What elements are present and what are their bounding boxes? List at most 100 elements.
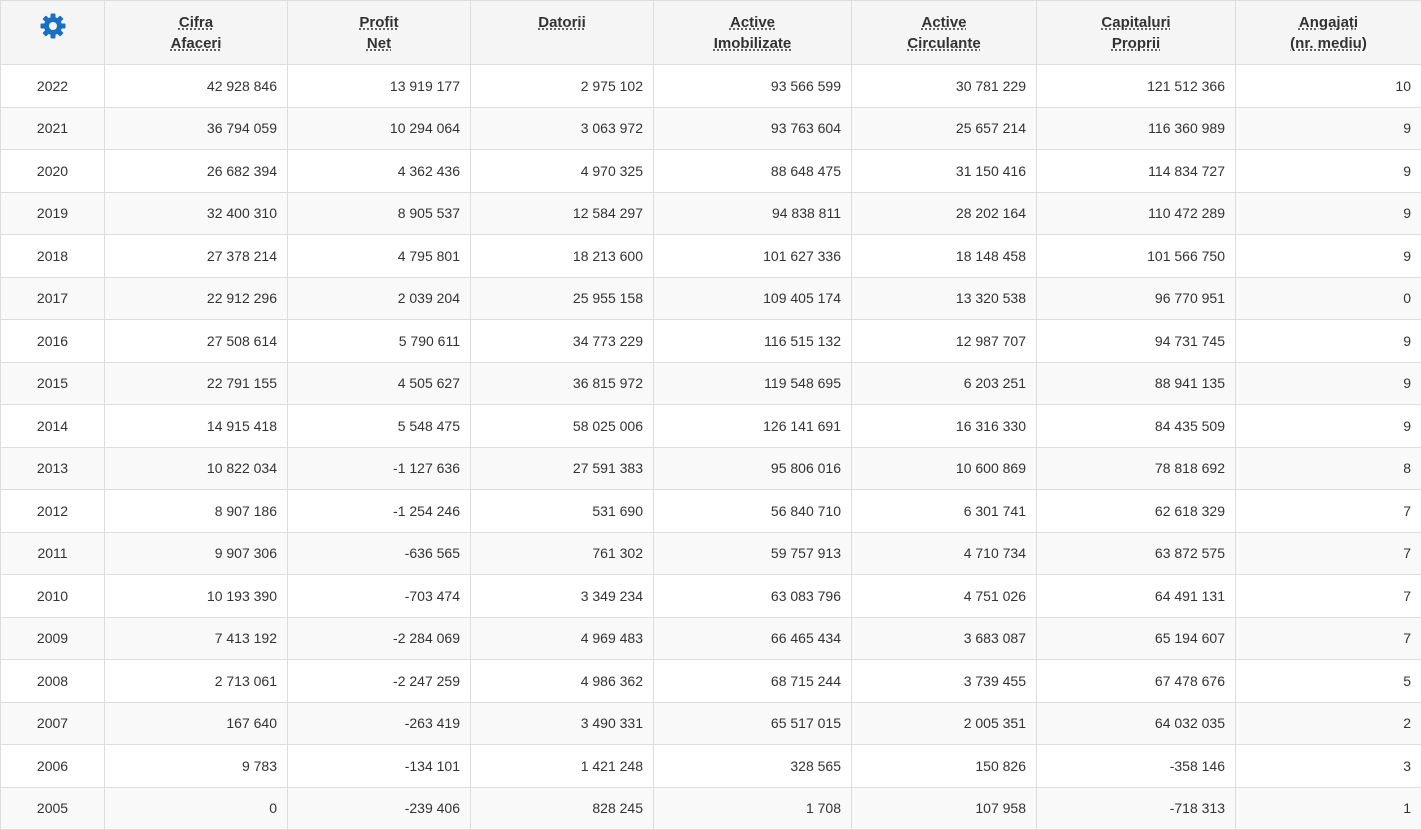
cell-active-circulante: 4 751 026 [852,575,1037,618]
header-cifra-afaceri[interactable]: CifraAfaceri [105,1,288,65]
cell-cifra-afaceri: 36 794 059 [105,107,288,150]
cell-active-imobilizate: 93 763 604 [654,107,852,150]
cell-capitaluri-proprii: 63 872 575 [1037,532,1236,575]
cell-active-imobilizate: 65 517 015 [654,702,852,745]
header-line1: Profit [292,12,466,33]
cell-cifra-afaceri: 10 193 390 [105,575,288,618]
cell-active-circulante: 31 150 416 [852,150,1037,193]
cell-capitaluri-proprii: 78 818 692 [1037,447,1236,490]
cell-cifra-afaceri: 27 508 614 [105,320,288,363]
cell-active-circulante: 150 826 [852,745,1037,788]
cell-capitaluri-proprii: 116 360 989 [1037,107,1236,150]
header-line2: (nr. mediu) [1240,33,1417,54]
header-line2: Proprii [1041,33,1231,54]
cell-angajati: 9 [1236,192,1421,235]
cell-datorii: 4 969 483 [471,617,654,660]
cell-profit-net: -2 284 069 [288,617,471,660]
cell-angajati: 9 [1236,405,1421,448]
cell-cifra-afaceri: 167 640 [105,702,288,745]
cell-active-circulante: 107 958 [852,787,1037,830]
cell-profit-net: -1 254 246 [288,490,471,533]
table-row: 201010 193 390-703 4743 349 23463 083 79… [1,575,1421,618]
table-row: 20097 413 192-2 284 0694 969 48366 465 4… [1,617,1421,660]
table-row: 20128 907 186-1 254 246531 69056 840 710… [1,490,1421,533]
cell-active-imobilizate: 94 838 811 [654,192,852,235]
cell-active-imobilizate: 328 565 [654,745,852,788]
table-row: 20082 713 061-2 247 2594 986 36268 715 2… [1,660,1421,703]
cell-year: 2013 [1,447,105,490]
cell-active-imobilizate: 116 515 132 [654,320,852,363]
gear-icon[interactable] [39,12,67,40]
cell-active-imobilizate: 93 566 599 [654,65,852,108]
cell-cifra-afaceri: 2 713 061 [105,660,288,703]
cell-datorii: 761 302 [471,532,654,575]
header-profit-net[interactable]: ProfitNet [288,1,471,65]
cell-datorii: 25 955 158 [471,277,654,320]
cell-year: 2009 [1,617,105,660]
header-active-imobilizate[interactable]: ActiveImobilizate [654,1,852,65]
cell-active-circulante: 3 739 455 [852,660,1037,703]
table-row: 201722 912 2962 039 20425 955 158109 405… [1,277,1421,320]
cell-active-imobilizate: 68 715 244 [654,660,852,703]
cell-angajati: 1 [1236,787,1421,830]
cell-datorii: 3 063 972 [471,107,654,150]
cell-capitaluri-proprii: 62 618 329 [1037,490,1236,533]
cell-datorii: 3 490 331 [471,702,654,745]
header-line1: Capitaluri [1041,12,1231,33]
cell-active-imobilizate: 66 465 434 [654,617,852,660]
cell-cifra-afaceri: 0 [105,787,288,830]
cell-year: 2012 [1,490,105,533]
cell-active-imobilizate: 56 840 710 [654,490,852,533]
cell-datorii: 34 773 229 [471,320,654,363]
table-row: 2007167 640-263 4193 490 33165 517 0152 … [1,702,1421,745]
header-active-circulante[interactable]: ActiveCirculante [852,1,1037,65]
cell-active-circulante: 2 005 351 [852,702,1037,745]
cell-capitaluri-proprii: 67 478 676 [1037,660,1236,703]
cell-profit-net: 5 548 475 [288,405,471,448]
table-row: 201627 508 6145 790 61134 773 229116 515… [1,320,1421,363]
cell-profit-net: 4 795 801 [288,235,471,278]
header-datorii[interactable]: Datorii [471,1,654,65]
header-capitaluri-proprii[interactable]: CapitaluriProprii [1037,1,1236,65]
cell-datorii: 4 986 362 [471,660,654,703]
cell-active-imobilizate: 88 648 475 [654,150,852,193]
cell-profit-net: -134 101 [288,745,471,788]
cell-profit-net: 8 905 537 [288,192,471,235]
cell-cifra-afaceri: 42 928 846 [105,65,288,108]
cell-active-circulante: 25 657 214 [852,107,1037,150]
cell-datorii: 3 349 234 [471,575,654,618]
table-row: 201414 915 4185 548 47558 025 006126 141… [1,405,1421,448]
settings-cell[interactable] [1,1,105,65]
cell-cifra-afaceri: 26 682 394 [105,150,288,193]
header-line2: Afaceri [109,33,283,54]
cell-active-circulante: 16 316 330 [852,405,1037,448]
header-angajati[interactable]: Angajați(nr. mediu) [1236,1,1421,65]
cell-datorii: 4 970 325 [471,150,654,193]
table-row: 201522 791 1554 505 62736 815 972119 548… [1,362,1421,405]
cell-angajati: 7 [1236,617,1421,660]
cell-active-imobilizate: 1 708 [654,787,852,830]
cell-profit-net: -263 419 [288,702,471,745]
cell-active-imobilizate: 101 627 336 [654,235,852,278]
cell-angajati: 9 [1236,235,1421,278]
cell-capitaluri-proprii: 101 566 750 [1037,235,1236,278]
cell-cifra-afaceri: 22 791 155 [105,362,288,405]
cell-profit-net: -636 565 [288,532,471,575]
table-row: 202026 682 3944 362 4364 970 32588 648 4… [1,150,1421,193]
cell-active-circulante: 13 320 538 [852,277,1037,320]
table-row: 20119 907 306-636 565761 30259 757 9134 … [1,532,1421,575]
cell-angajati: 3 [1236,745,1421,788]
cell-active-circulante: 3 683 087 [852,617,1037,660]
cell-capitaluri-proprii: 96 770 951 [1037,277,1236,320]
cell-active-imobilizate: 119 548 695 [654,362,852,405]
header-line2: Circulante [856,33,1032,54]
cell-year: 2018 [1,235,105,278]
cell-cifra-afaceri: 9 907 306 [105,532,288,575]
cell-angajati: 9 [1236,107,1421,150]
cell-year: 2008 [1,660,105,703]
cell-active-imobilizate: 59 757 913 [654,532,852,575]
cell-profit-net: -1 127 636 [288,447,471,490]
cell-angajati: 7 [1236,575,1421,618]
cell-datorii: 1 421 248 [471,745,654,788]
cell-profit-net: -239 406 [288,787,471,830]
